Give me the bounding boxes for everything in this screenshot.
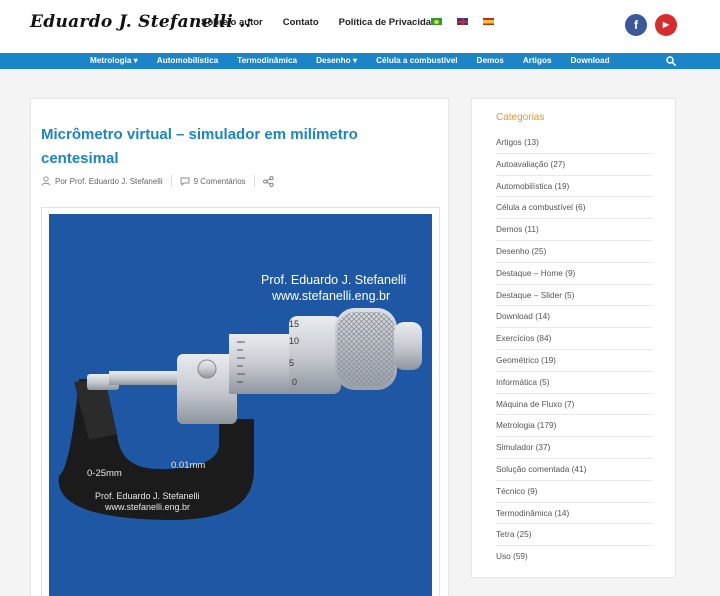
site-header: Eduardo J. Stefanelli .: Sobre o autor C…	[0, 0, 720, 53]
share-icon[interactable]	[262, 175, 274, 187]
post-meta: Por Prof. Eduardo J. Stefanelli 9 Coment…	[41, 175, 278, 187]
sidebar-categories: Categorias Artigos (13) Autoavaliação (2…	[471, 98, 676, 578]
category-item[interactable]: Metrologia (179)	[496, 415, 653, 438]
category-item[interactable]: Desenho (25)	[496, 241, 653, 263]
facebook-icon[interactable]: f	[625, 14, 647, 36]
post-title[interactable]: Micrômetro virtual – simulador em milíme…	[41, 123, 421, 171]
post-comments[interactable]: 9 Comentários	[194, 177, 246, 186]
category-item[interactable]: Técnico (9)	[496, 481, 653, 503]
nav-desenho[interactable]: Desenho ▾	[316, 53, 357, 69]
category-list: Artigos (13) Autoavaliação (27) Automobi…	[496, 132, 653, 568]
nav-download[interactable]: Download	[571, 53, 610, 69]
meta-divider	[170, 175, 172, 187]
category-item[interactable]: Simulador (37)	[496, 437, 653, 459]
category-item[interactable]: Destaque – Slider (5)	[496, 285, 653, 307]
user-icon	[41, 176, 51, 186]
youtube-icon[interactable]: ▶	[655, 14, 677, 36]
category-item[interactable]: Informática (5)	[496, 372, 653, 394]
brazil-flag-icon[interactable]	[431, 18, 442, 25]
nav-politica-privacidade[interactable]: Política de Privacidade	[339, 17, 443, 28]
category-item[interactable]: Termodinâmica (14)	[496, 503, 653, 525]
nav-demos[interactable]: Demos	[477, 53, 504, 69]
scale-label-15: 15	[289, 319, 299, 329]
category-item[interactable]: Demos (11)	[496, 219, 653, 241]
category-item[interactable]: Célula a combustível (6)	[496, 197, 653, 220]
nav-artigos[interactable]: Artigos	[523, 53, 552, 69]
nav-sobre-o-autor[interactable]: Sobre o autor	[201, 17, 263, 28]
main-nav: Metrologia ▾ Automobilística Termodinâmi…	[0, 53, 720, 69]
nav-contato[interactable]: Contato	[283, 17, 319, 28]
uk-flag-icon[interactable]	[457, 18, 468, 25]
meta-divider	[253, 175, 255, 187]
top-nav: Sobre o autor Contato Política de Privac…	[201, 17, 462, 28]
category-item[interactable]: Solução comentada (41)	[496, 459, 653, 481]
featured-image[interactable]: Prof. Eduardo J. Stefanelli www.stefanel…	[49, 214, 432, 596]
category-item[interactable]: Download (14)	[496, 306, 653, 329]
frame-author-label: Prof. Eduardo J. Stefanelli	[95, 491, 200, 501]
post-author[interactable]: Por Prof. Eduardo J. Stefanelli	[55, 177, 163, 186]
scale-label-0: 0	[292, 377, 297, 387]
nav-metrologia[interactable]: Metrologia ▾	[90, 53, 138, 69]
category-item[interactable]: Uso (59)	[496, 546, 653, 568]
nav-celula-combustivel[interactable]: Célula a combustível	[376, 53, 457, 69]
search-icon[interactable]	[666, 56, 676, 66]
category-item[interactable]: Automobilística (19)	[496, 176, 653, 198]
nav-automobilistica[interactable]: Automobilística	[157, 53, 218, 69]
category-item[interactable]: Artigos (13)	[496, 132, 653, 154]
scale-label-10: 10	[289, 336, 299, 346]
category-item[interactable]: Autoavaliação (27)	[496, 154, 653, 176]
frame-range-label: 0-25mm	[87, 468, 122, 479]
frame-url-label: www.stefanelli.eng.br	[104, 502, 190, 512]
comment-icon	[180, 177, 190, 186]
scale-label-5: 5	[289, 358, 294, 368]
category-item[interactable]: Tetra (25)	[496, 524, 653, 547]
nav-termodinamica[interactable]: Termodinâmica	[237, 53, 297, 69]
category-item[interactable]: Máquina de Fluxo (7)	[496, 394, 653, 416]
category-item[interactable]: Destaque – Home (9)	[496, 263, 653, 285]
language-switcher	[431, 18, 494, 25]
category-item[interactable]: Geométrico (19)	[496, 350, 653, 372]
spain-flag-icon[interactable]	[483, 18, 494, 25]
category-item[interactable]: Exercícios (84)	[496, 328, 653, 350]
micrometer-illustration: 15 10 5 0 0-25mm 0.01mm Prof. Eduardo J.…	[58, 308, 422, 520]
sidebar-heading: Categorias	[496, 112, 545, 123]
frame-resolution-label: 0.01mm	[171, 460, 205, 471]
